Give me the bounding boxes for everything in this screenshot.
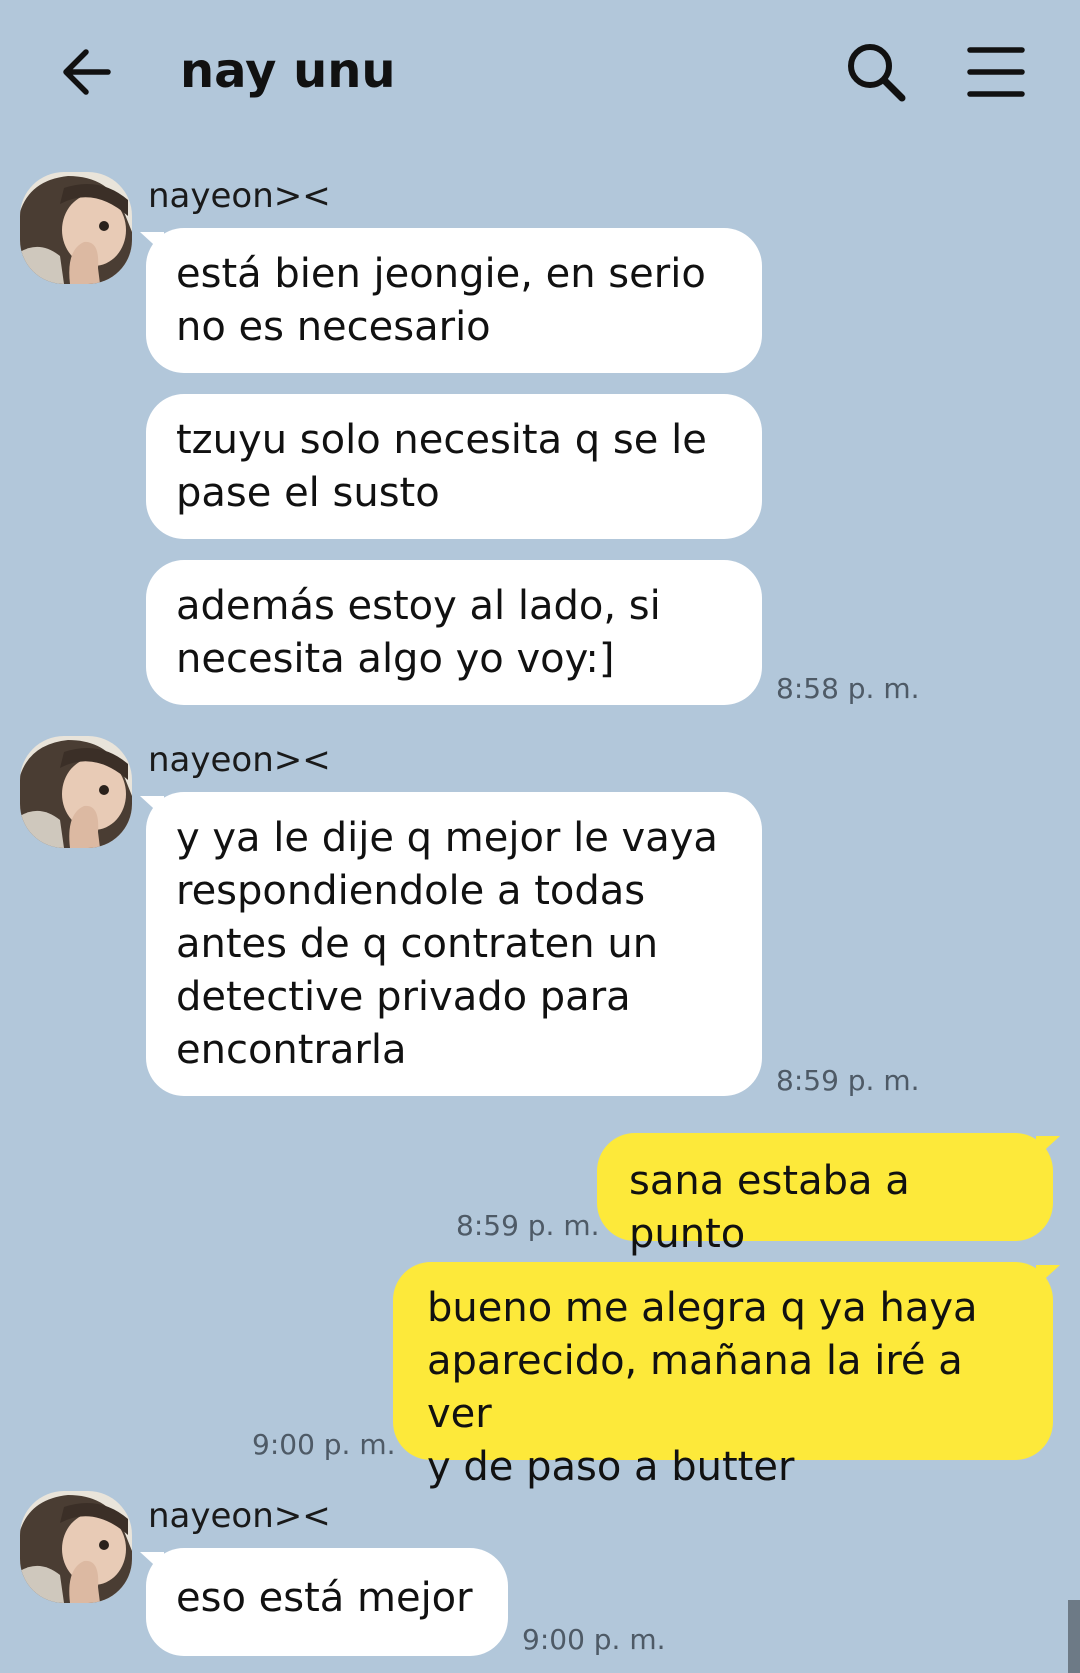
message-timestamp: 8:58 p. m.: [776, 672, 920, 705]
message-timestamp: 8:59 p. m.: [456, 1209, 600, 1242]
sender-name: nayeon><: [148, 176, 331, 216]
message-bubble[interactable]: tzuyu solo necesita q se le pase el sust…: [146, 394, 762, 539]
message-bubble[interactable]: está bien jeongie, en serio no es necesa…: [146, 228, 762, 373]
message-bubble[interactable]: y ya le dije q mejor le vaya respondiend…: [146, 792, 762, 1096]
message-timestamp: 9:00 p. m.: [522, 1623, 666, 1656]
arrow-left-icon: [63, 49, 111, 95]
chat-title: nay unu: [180, 43, 396, 99]
sender-name: nayeon><: [148, 740, 331, 780]
message-timestamp: 9:00 p. m.: [252, 1428, 396, 1461]
avatar[interactable]: [20, 172, 132, 284]
search-icon: [848, 44, 906, 102]
back-button[interactable]: [58, 42, 118, 102]
chat-header: nay unu: [0, 0, 1080, 140]
avatar-photo: [20, 172, 132, 284]
message-bubble-outgoing[interactable]: bueno me alegra q ya haya aparecido, mañ…: [393, 1262, 1053, 1490]
avatar[interactable]: [20, 736, 132, 848]
message-timestamp: 8:59 p. m.: [776, 1064, 920, 1097]
avatar[interactable]: [20, 1491, 132, 1603]
message-bubble[interactable]: además estoy al lado, si necesita algo y…: [146, 560, 762, 705]
message-bubble[interactable]: eso está mejor: [146, 1548, 508, 1656]
message-bubble-outgoing[interactable]: sana estaba a punto: [597, 1133, 1053, 1257]
sender-name: nayeon><: [148, 1496, 331, 1536]
avatar-photo: [20, 1491, 132, 1603]
search-button[interactable]: [842, 38, 910, 106]
avatar-photo: [20, 736, 132, 848]
menu-button[interactable]: [964, 40, 1028, 104]
hamburger-menu-icon: [967, 47, 1025, 97]
bubble-tail: [1036, 1136, 1060, 1158]
scrollbar-thumb[interactable]: [1068, 1600, 1080, 1673]
bubble-tail: [1036, 1265, 1060, 1287]
